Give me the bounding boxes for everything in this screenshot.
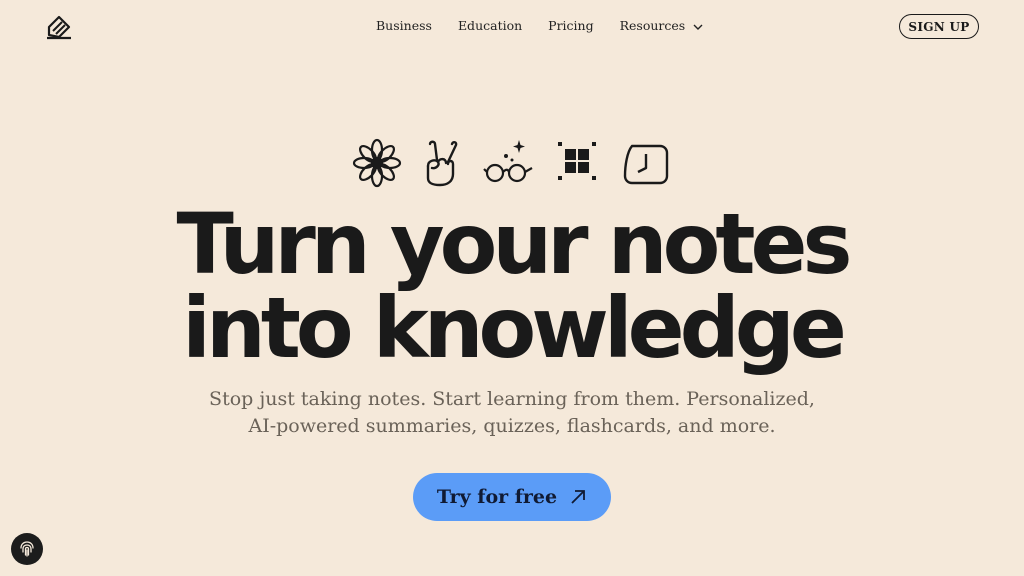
- try-for-free-button[interactable]: Try for free: [413, 473, 611, 521]
- top-nav: Business Education Pricing Resources SIG…: [0, 0, 1024, 52]
- pencil-square-icon[interactable]: [44, 13, 74, 43]
- fingerprint-button[interactable]: [11, 533, 43, 565]
- nav-link-business[interactable]: Business: [376, 18, 432, 33]
- peace-hand-icon: [426, 140, 458, 187]
- grid-focus-icon: [558, 142, 596, 180]
- nav-link-label: Resources: [619, 18, 686, 33]
- chevron-down-icon: [693, 24, 703, 30]
- nav-link-label: Education: [457, 18, 523, 33]
- hero-subtitle-line1: Stop just taking notes. Start learning f…: [209, 388, 815, 410]
- hero-subtitle-line2: AI-powered summaries, quizzes, flashcard…: [248, 415, 776, 437]
- cta-label: Try for free: [436, 486, 558, 508]
- nav-link-pricing[interactable]: Pricing: [548, 18, 593, 33]
- nav-link-label: Business: [376, 18, 432, 33]
- hero-headline-line2: into knowledge: [182, 279, 847, 377]
- nav-link-education[interactable]: Education: [458, 18, 522, 33]
- sign-up-button[interactable]: SIGN UP: [899, 14, 979, 39]
- nav-link-resources[interactable]: Resources: [620, 18, 705, 33]
- nav-link-label: Pricing: [548, 18, 594, 33]
- clock-icon: [623, 144, 669, 185]
- flower-icon: [352, 138, 402, 188]
- hero-subtitle: Stop just taking notes. Start learning f…: [0, 386, 1024, 440]
- nav-links: Business Education Pricing Resources: [376, 18, 730, 33]
- feature-icons-row: [352, 138, 672, 188]
- sign-up-label: SIGN UP: [908, 19, 970, 34]
- fingerprint-icon: [20, 541, 34, 557]
- hero-headline-line1: Turn your notes: [176, 195, 853, 293]
- arrow-up-right-icon: [571, 490, 586, 504]
- glasses-sparkle-icon: [483, 140, 533, 183]
